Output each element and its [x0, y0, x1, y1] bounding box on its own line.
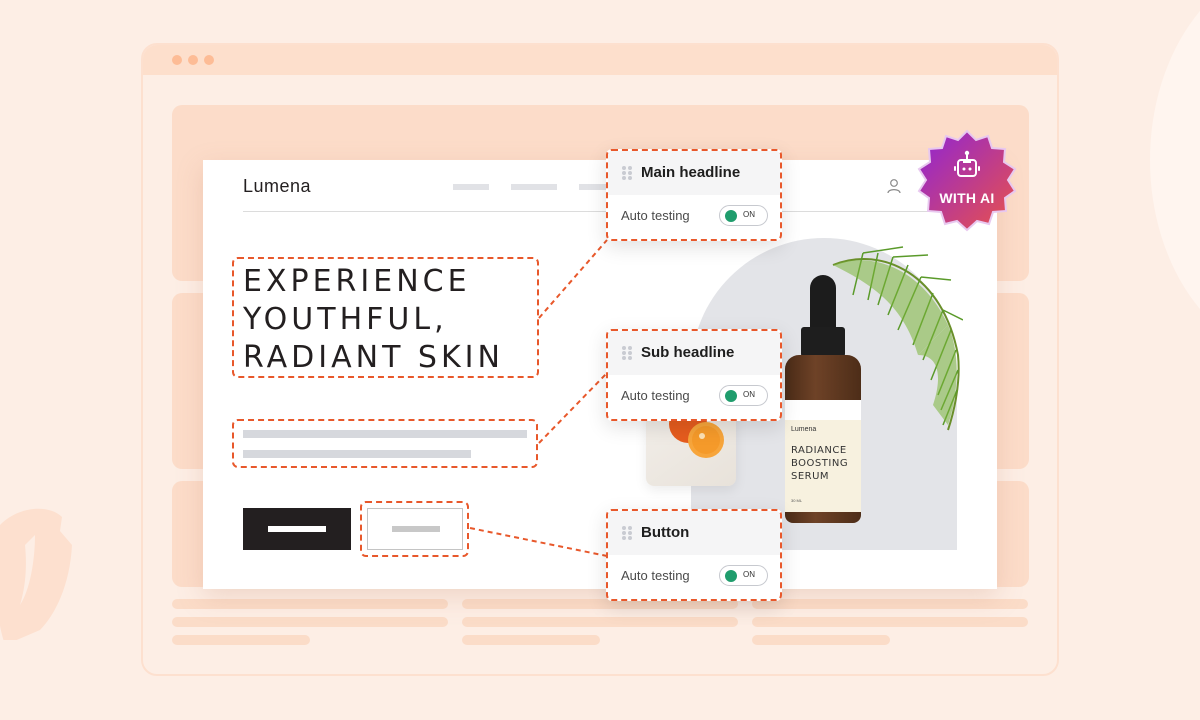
panel-header: Main headline — [608, 151, 780, 195]
label-volume: 30 ML — [791, 498, 803, 503]
auto-testing-label: Auto testing — [621, 568, 690, 583]
label-product-name: RADIANCE BOOSTING SERUM — [791, 444, 848, 483]
panel-header: Button — [608, 511, 780, 555]
placeholder-line — [172, 617, 448, 627]
drag-handle-icon[interactable] — [622, 166, 632, 180]
panel-body: Auto testing ON — [608, 195, 780, 239]
user-icon[interactable] — [886, 178, 902, 194]
browser-title-bar — [143, 45, 1057, 75]
headline-highlight[interactable] — [232, 257, 539, 378]
auto-testing-toggle[interactable]: ON — [719, 385, 768, 406]
panel-title: Main headline — [641, 164, 741, 181]
panel-title: Button — [641, 524, 690, 541]
decorative-arc — [1150, 0, 1200, 360]
toggle-state-label: ON — [743, 390, 755, 399]
window-dot-minimize[interactable] — [188, 55, 198, 65]
panel-header: Sub headline — [608, 331, 780, 375]
nav-item[interactable] — [579, 184, 609, 190]
placeholder-line — [462, 617, 738, 627]
serum-bottle-image: Lumena RADIANCE BOOSTING SERUM 30 ML — [783, 275, 863, 525]
with-ai-badge: WITH AI — [907, 120, 1027, 240]
toggle-state-label: ON — [743, 210, 755, 219]
bottle-label: Lumena RADIANCE BOOSTING SERUM 30 ML — [785, 400, 861, 512]
button-highlight[interactable] — [360, 501, 469, 557]
subheadline-highlight[interactable] — [232, 419, 538, 468]
toggle-knob — [725, 390, 737, 402]
nav-item[interactable] — [511, 184, 557, 190]
robot-icon — [954, 150, 980, 177]
panel-title: Sub headline — [641, 344, 735, 361]
site-logo[interactable]: Lumena — [243, 176, 311, 197]
drag-handle-icon[interactable] — [622, 526, 632, 540]
decorative-brush-stroke — [0, 508, 72, 640]
nav-item[interactable] — [453, 184, 489, 190]
panel-button[interactable]: Button Auto testing ON — [606, 509, 782, 601]
label-name-line: BOOSTING — [791, 458, 849, 469]
auto-testing-label: Auto testing — [621, 208, 690, 223]
auto-testing-label: Auto testing — [621, 388, 690, 403]
primary-cta-button[interactable] — [243, 508, 351, 550]
panel-body: Auto testing ON — [608, 555, 780, 599]
panel-sub-headline[interactable]: Sub headline Auto testing ON — [606, 329, 782, 421]
dropper-cap — [801, 327, 845, 357]
toggle-knob — [725, 210, 737, 222]
label-brand: Lumena — [791, 426, 817, 433]
panel-body: Auto testing ON — [608, 375, 780, 419]
auto-testing-toggle[interactable]: ON — [719, 205, 768, 226]
auto-testing-toggle[interactable]: ON — [719, 565, 768, 586]
toggle-knob — [725, 570, 737, 582]
button-label-placeholder — [268, 526, 326, 532]
label-name-line: RADIANCE — [791, 445, 847, 456]
placeholder-line — [752, 635, 890, 645]
header-divider — [243, 211, 957, 212]
window-dot-close[interactable] — [172, 55, 182, 65]
placeholder-line — [172, 635, 310, 645]
placeholder-line — [752, 617, 1028, 627]
window-dot-maximize[interactable] — [204, 55, 214, 65]
panel-main-headline[interactable]: Main headline Auto testing ON — [606, 149, 782, 241]
label-name-line: SERUM — [791, 471, 830, 482]
drag-handle-icon[interactable] — [622, 346, 632, 360]
dropper-bulb — [810, 275, 836, 330]
placeholder-line — [752, 599, 1028, 609]
badge-label: WITH AI — [939, 190, 995, 206]
placeholder-line — [462, 635, 600, 645]
placeholder-line — [172, 599, 448, 609]
toggle-state-label: ON — [743, 570, 755, 579]
